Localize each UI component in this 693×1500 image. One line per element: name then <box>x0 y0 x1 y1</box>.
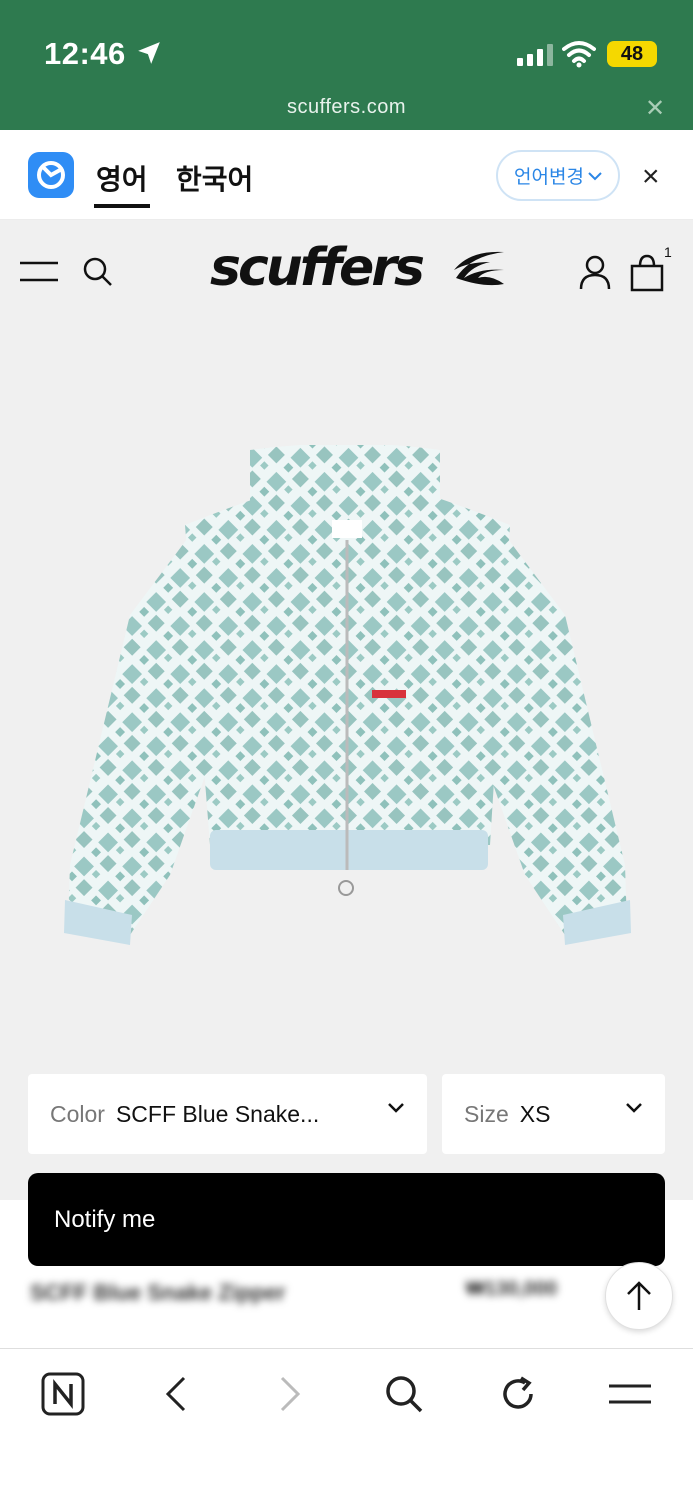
translation-bar: 영어 한국어 언어변경 × <box>0 130 693 220</box>
scroll-to-top-button[interactable] <box>605 1262 673 1330</box>
product-image-area <box>0 320 693 1200</box>
hamburger-menu-icon[interactable] <box>20 260 58 284</box>
status-bar: 12:46 48 scuffers.com ✕ <box>0 0 693 130</box>
reload-button[interactable] <box>488 1369 548 1419</box>
naver-home-button[interactable] <box>33 1369 93 1419</box>
wifi-icon <box>562 41 596 68</box>
change-language-label: 언어변경 <box>514 167 584 188</box>
cell-signal-icon <box>517 42 553 66</box>
size-label: Size <box>464 1100 509 1127</box>
battery-indicator: 48 <box>607 41 657 67</box>
color-label: Color <box>50 1100 105 1127</box>
status-time: 12:46 <box>44 36 126 71</box>
back-button[interactable] <box>146 1369 206 1419</box>
color-select[interactable]: Color SCFF Blue Snake... <box>28 1074 427 1154</box>
location-arrow-icon <box>138 42 160 64</box>
search-icon[interactable] <box>82 256 114 288</box>
reload-icon <box>503 1376 533 1409</box>
chevron-left-icon <box>165 1376 186 1412</box>
hamburger-menu-icon <box>609 1384 651 1404</box>
change-language-button[interactable]: 언어변경 <box>496 150 620 201</box>
address-bar-url[interactable]: scuffers.com <box>0 96 693 119</box>
chevron-down-icon <box>588 171 602 180</box>
site-header: scuffers 1 <box>0 220 693 320</box>
browser-menu-button[interactable] <box>600 1369 660 1419</box>
active-tab-indicator <box>94 204 150 208</box>
browser-search-button[interactable] <box>374 1369 434 1419</box>
product-info-row: SCFF Blue Snake Zipper ₩130,000 <box>0 1266 693 1348</box>
chevron-right-icon <box>280 1376 301 1412</box>
size-value: XS <box>519 1100 551 1127</box>
cart-count-badge: 1 <box>664 244 672 260</box>
logo-swoosh-icon <box>454 251 504 286</box>
tab-korean[interactable]: 한국어 <box>176 158 253 198</box>
product-name: SCFF Blue Snake Zipper <box>30 1280 286 1305</box>
close-translation-button[interactable]: × <box>642 160 660 194</box>
forward-button[interactable] <box>260 1369 320 1419</box>
site-logo[interactable]: scuffers <box>210 238 425 298</box>
chevron-down-icon <box>388 1103 404 1113</box>
color-value: SCFF Blue Snake... <box>115 1100 320 1127</box>
tab-english[interactable]: 영어 <box>96 158 148 198</box>
chevron-down-icon <box>626 1103 642 1113</box>
shopping-bag-icon[interactable] <box>630 254 664 292</box>
size-select[interactable]: Size XS <box>442 1074 665 1154</box>
arrow-up-icon <box>627 1281 651 1310</box>
naver-n-icon <box>41 1372 85 1416</box>
notify-me-button[interactable]: Notify me <box>28 1173 665 1266</box>
browser-toolbar <box>0 1348 693 1500</box>
search-icon <box>386 1376 423 1413</box>
account-icon[interactable] <box>578 254 612 290</box>
product-jacket-image[interactable] <box>60 445 635 955</box>
address-close-icon[interactable]: ✕ <box>645 94 665 123</box>
product-price: ₩130,000 <box>466 1278 558 1300</box>
papago-logo-icon[interactable] <box>28 152 74 198</box>
